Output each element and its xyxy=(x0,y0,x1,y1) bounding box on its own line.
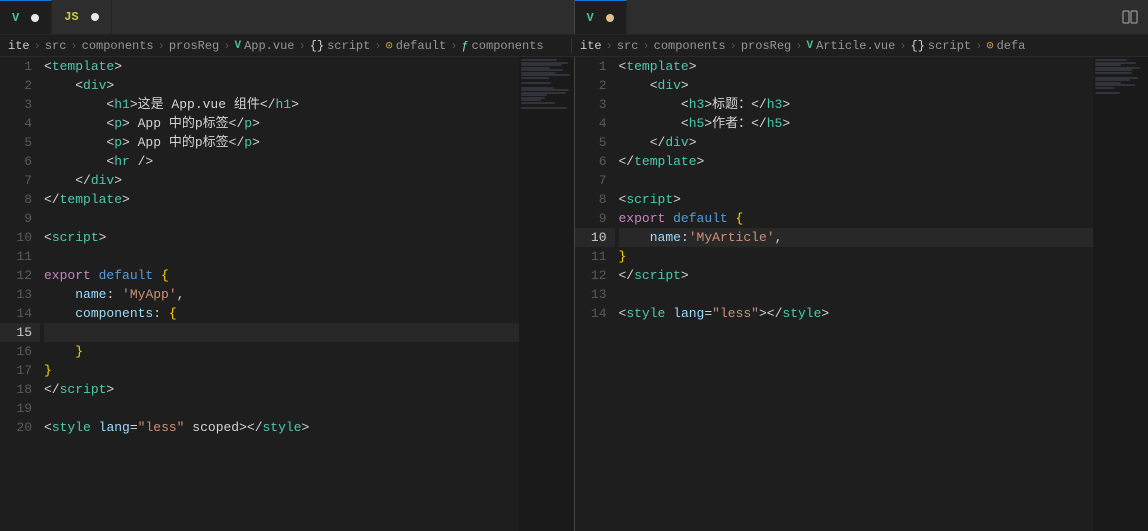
code-line[interactable]: </template> xyxy=(619,152,1094,171)
code-line[interactable]: } xyxy=(44,361,519,380)
bc-default: default xyxy=(396,39,446,53)
bc-appvue: App.vue xyxy=(244,39,294,53)
left-editor-pane: 1234567891011121314151617181920 <templat… xyxy=(0,57,575,531)
bc-sep: › xyxy=(374,39,381,53)
code-line[interactable] xyxy=(44,247,519,266)
bc-components-label: components xyxy=(472,39,544,53)
code-line[interactable]: export default { xyxy=(44,266,519,285)
code-line[interactable]: } xyxy=(44,342,519,361)
code-line[interactable]: </div> xyxy=(619,133,1094,152)
code-line[interactable]: export default { xyxy=(619,209,1094,228)
bc-sep: › xyxy=(899,39,906,53)
split-editor-button[interactable] xyxy=(1112,0,1148,34)
code-line[interactable] xyxy=(619,171,1094,190)
left-line-numbers: 1234567891011121314151617181920 xyxy=(0,57,40,531)
bc-sep: › xyxy=(70,39,77,53)
bc-sep: › xyxy=(299,39,306,53)
code-line[interactable]: <h1>这是 App.vue 组件</h1> xyxy=(44,95,519,114)
code-line[interactable]: <template> xyxy=(44,57,519,76)
right-tab-group: V xyxy=(574,0,1148,34)
code-line[interactable]: } xyxy=(619,247,1094,266)
code-line[interactable]: </template> xyxy=(44,190,519,209)
code-line[interactable]: </div> xyxy=(44,171,519,190)
code-line[interactable]: <style lang="less"></style> xyxy=(619,304,1094,323)
tab-bar: V JS V xyxy=(0,0,1148,35)
tab-more-button[interactable] xyxy=(112,0,132,34)
editor-area: 1234567891011121314151617181920 <templat… xyxy=(0,57,1148,531)
code-line[interactable]: <h5>作者：</h5> xyxy=(619,114,1094,133)
bc-defa: defa xyxy=(997,39,1026,53)
bc-sep: › xyxy=(450,39,457,53)
code-line[interactable]: <script> xyxy=(619,190,1094,209)
vue-icon: V xyxy=(12,11,19,25)
right-code-content[interactable]: <template> <div> <h3>标题：</h3> <h5>作者：</h… xyxy=(615,57,1094,531)
bc-obj-icon-r: ⊙ xyxy=(986,38,993,53)
bc-ite-r: ite xyxy=(580,39,602,53)
right-editor-scroll[interactable]: 1234567891011121314 <template> <div> <h3… xyxy=(575,57,1148,531)
code-line[interactable]: name:'MyArticle', xyxy=(619,228,1094,247)
code-line[interactable]: <h3>标题：</h3> xyxy=(619,95,1094,114)
right-editor-pane: 1234567891011121314 <template> <div> <h3… xyxy=(575,57,1148,531)
bc-sep: › xyxy=(795,39,802,53)
bc-src-r: src xyxy=(617,39,639,53)
bc-src: src xyxy=(45,39,67,53)
bc-func-icon: ƒ xyxy=(461,39,468,53)
code-line[interactable] xyxy=(619,285,1094,304)
code-line[interactable]: <p> App 中的p标签</p> xyxy=(44,133,519,152)
tab-close-dot xyxy=(91,13,99,21)
code-line[interactable]: name: 'MyApp', xyxy=(44,285,519,304)
left-breadcrumb: ite › src › components › prosReg › V App… xyxy=(8,38,568,53)
code-line[interactable] xyxy=(44,323,519,342)
bc-prosreg: prosReg xyxy=(169,39,219,53)
bc-sep: › xyxy=(34,39,41,53)
left-minimap xyxy=(519,57,574,531)
bc-sep: › xyxy=(158,39,165,53)
tab-close-dot xyxy=(31,14,39,22)
bc-bracket: {} xyxy=(310,39,324,53)
bc-ite: ite xyxy=(8,39,30,53)
bc-sep: › xyxy=(975,39,982,53)
bc-articlevue: Article.vue xyxy=(816,39,895,53)
breadcrumb-bar: ite › src › components › prosReg › V App… xyxy=(0,35,1148,57)
tab-modified-dot xyxy=(606,14,614,22)
code-line[interactable]: <script> xyxy=(44,228,519,247)
bc-components: components xyxy=(82,39,154,53)
bc-sep: › xyxy=(606,39,613,53)
code-line[interactable]: components: { xyxy=(44,304,519,323)
left-code-content[interactable]: <template> <div> <h1>这是 App.vue 组件</h1> … xyxy=(40,57,519,531)
code-line[interactable]: </script> xyxy=(44,380,519,399)
js-icon: JS xyxy=(64,10,78,24)
bc-bracket-r: {} xyxy=(911,39,925,53)
bc-script-r: script xyxy=(928,39,971,53)
bc-prosreg-r: prosReg xyxy=(741,39,791,53)
bc-obj-icon: ⊙ xyxy=(386,38,393,53)
right-breadcrumb: ite › src › components › prosReg › V Art… xyxy=(571,38,1140,53)
tab-app-vue[interactable]: V xyxy=(0,0,52,34)
code-line[interactable]: <template> xyxy=(619,57,1094,76)
left-tab-group: V JS xyxy=(0,0,574,34)
tab-article-vue[interactable]: V xyxy=(575,0,627,34)
code-line[interactable]: <style lang="less" scoped></style> xyxy=(44,418,519,437)
right-minimap xyxy=(1093,57,1148,531)
bc-sep: › xyxy=(223,39,230,53)
tab-main-js[interactable]: JS xyxy=(52,0,111,34)
code-line[interactable]: <hr /> xyxy=(44,152,519,171)
right-line-numbers: 1234567891011121314 xyxy=(575,57,615,531)
bc-vue-icon-r: V xyxy=(806,40,813,52)
left-editor-scroll[interactable]: 1234567891011121314151617181920 <templat… xyxy=(0,57,574,531)
bc-sep: › xyxy=(730,39,737,53)
code-line[interactable]: <div> xyxy=(619,76,1094,95)
code-line[interactable] xyxy=(44,399,519,418)
bc-components-r: components xyxy=(654,39,726,53)
code-line[interactable]: <div> xyxy=(44,76,519,95)
vscode-window: V JS V xyxy=(0,0,1148,531)
bc-vue-icon: V xyxy=(234,40,241,52)
split-editor-icon xyxy=(1122,9,1138,25)
code-line[interactable]: </script> xyxy=(619,266,1094,285)
code-line[interactable]: <p> App 中的p标签</p> xyxy=(44,114,519,133)
bc-script: script xyxy=(327,39,370,53)
vue-icon: V xyxy=(587,11,594,25)
bc-sep: › xyxy=(642,39,649,53)
code-line[interactable] xyxy=(44,209,519,228)
